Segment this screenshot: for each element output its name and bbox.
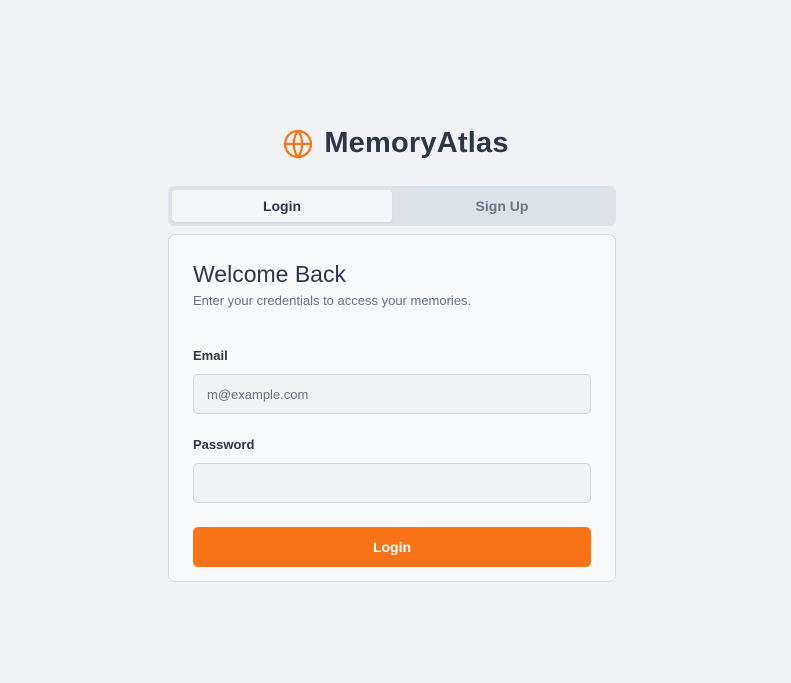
tab-login[interactable]: Login <box>172 190 392 222</box>
login-button[interactable]: Login <box>193 527 591 567</box>
email-field[interactable] <box>193 374 591 414</box>
password-field[interactable] <box>193 463 591 503</box>
tab-sign-up[interactable]: Sign Up <box>392 190 612 222</box>
brand-name: MemoryAtlas <box>324 127 509 159</box>
login-card: Welcome Back Enter your credentials to a… <box>168 234 616 582</box>
password-label: Password <box>193 437 255 452</box>
auth-tabs: Login Sign Up <box>168 186 616 226</box>
email-label: Email <box>193 348 228 363</box>
card-title: Welcome Back <box>193 261 346 287</box>
globe-icon <box>282 128 314 160</box>
brand-header: MemoryAtlas <box>0 127 791 160</box>
card-subtitle: Enter your credentials to access your me… <box>193 293 472 308</box>
